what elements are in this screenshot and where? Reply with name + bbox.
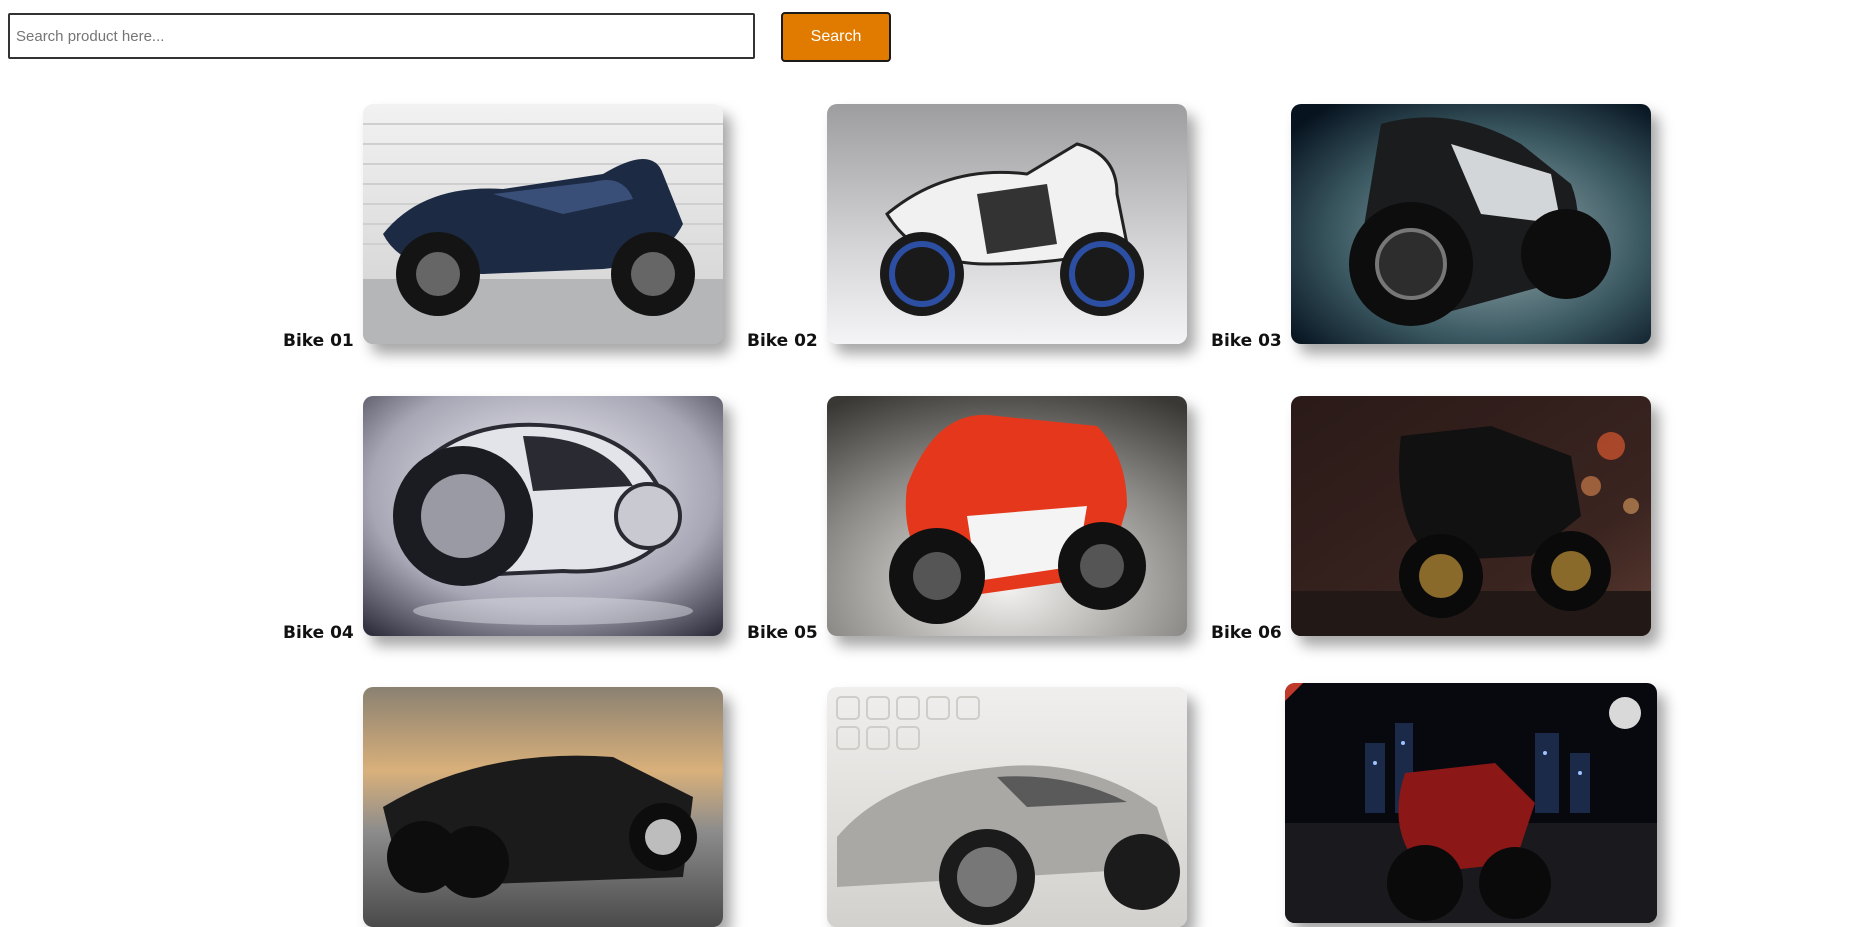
search-button[interactable]: Search <box>781 12 891 62</box>
product-card[interactable]: Bike 05 <box>747 396 1187 643</box>
product-image[interactable] <box>1291 396 1651 636</box>
product-image[interactable] <box>363 104 723 344</box>
search-input[interactable] <box>8 13 755 59</box>
product-card[interactable]: Bike 01 <box>283 104 723 351</box>
product-label: Bike 02 <box>747 331 818 351</box>
product-image[interactable] <box>363 687 723 927</box>
product-image[interactable] <box>827 104 1187 344</box>
product-image[interactable] <box>1285 683 1657 923</box>
product-card[interactable]: Bike 03 <box>1211 104 1651 351</box>
product-label: Bike 04 <box>283 623 354 643</box>
product-card[interactable]: Bike 06 <box>1211 396 1651 643</box>
product-label: Bike 03 <box>1211 331 1282 351</box>
product-image[interactable] <box>827 687 1187 927</box>
product-image[interactable] <box>363 396 723 636</box>
product-card[interactable] <box>363 687 723 927</box>
product-card[interactable]: Bike 04 <box>283 396 723 643</box>
product-card[interactable] <box>1285 683 1657 923</box>
product-image[interactable] <box>827 396 1187 636</box>
product-card[interactable] <box>827 687 1187 927</box>
product-label: Bike 05 <box>747 623 818 643</box>
product-label: Bike 01 <box>283 331 354 351</box>
product-label: Bike 06 <box>1211 623 1282 643</box>
product-card[interactable]: Bike 02 <box>747 104 1187 351</box>
product-image[interactable] <box>1291 104 1651 344</box>
